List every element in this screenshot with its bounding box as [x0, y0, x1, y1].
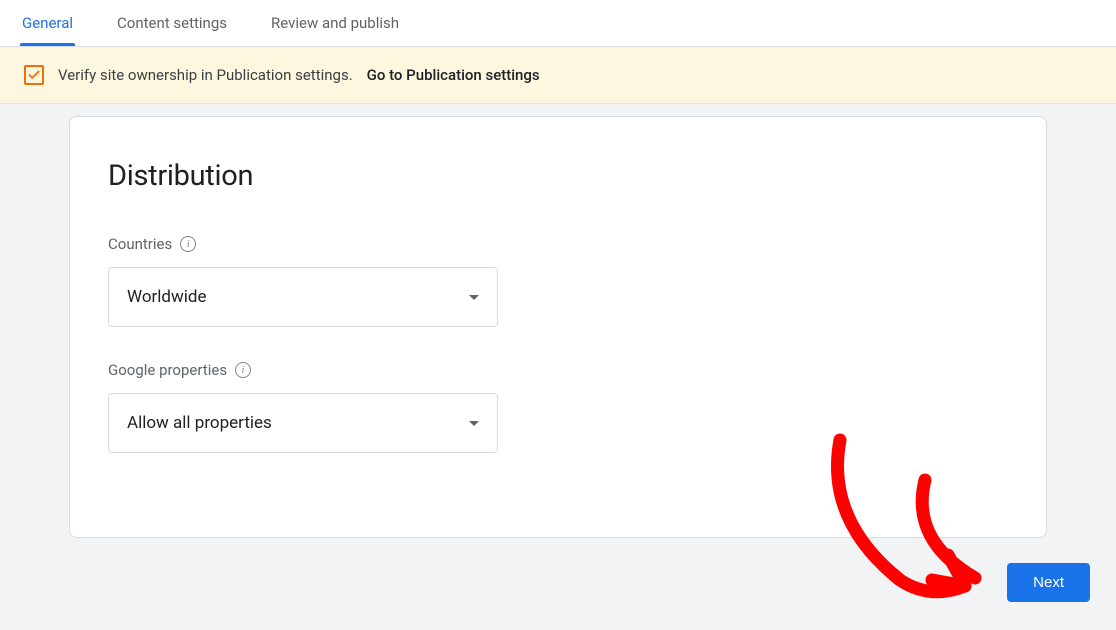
tab-label: Review and publish	[271, 14, 399, 32]
next-button[interactable]: Next	[1007, 563, 1090, 602]
google-properties-select[interactable]: Allow all properties	[108, 393, 498, 453]
banner-link[interactable]: Go to Publication settings	[367, 66, 540, 84]
tab-review-publish[interactable]: Review and publish	[269, 0, 401, 46]
google-properties-group: Google properties i Allow all properties	[108, 361, 1008, 453]
tab-content-settings[interactable]: Content settings	[115, 0, 229, 46]
info-icon[interactable]: i	[235, 362, 251, 378]
tab-general[interactable]: General	[20, 0, 75, 46]
tab-label: Content settings	[117, 14, 227, 32]
next-button-label: Next	[1033, 574, 1064, 591]
countries-group: Countries i Worldwide	[108, 235, 1008, 327]
info-icon[interactable]: i	[180, 236, 196, 252]
google-properties-label: Google properties	[108, 361, 227, 379]
google-properties-label-row: Google properties i	[108, 361, 1008, 379]
tab-label: General	[22, 14, 73, 32]
card-title: Distribution	[108, 159, 1008, 193]
chevron-down-icon	[469, 295, 479, 300]
tabs-bar: General Content settings Review and publ…	[0, 0, 1116, 47]
content-area: Distribution Countries i Worldwide Googl…	[0, 104, 1116, 538]
check-box-icon	[24, 65, 44, 85]
countries-label-row: Countries i	[108, 235, 1008, 253]
chevron-down-icon	[469, 421, 479, 426]
banner-message: Verify site ownership in Publication set…	[58, 66, 353, 84]
distribution-card: Distribution Countries i Worldwide Googl…	[69, 116, 1047, 538]
countries-value: Worldwide	[127, 287, 207, 307]
google-properties-value: Allow all properties	[127, 413, 272, 433]
countries-select[interactable]: Worldwide	[108, 267, 498, 327]
verification-banner: Verify site ownership in Publication set…	[0, 47, 1116, 104]
countries-label: Countries	[108, 235, 172, 253]
